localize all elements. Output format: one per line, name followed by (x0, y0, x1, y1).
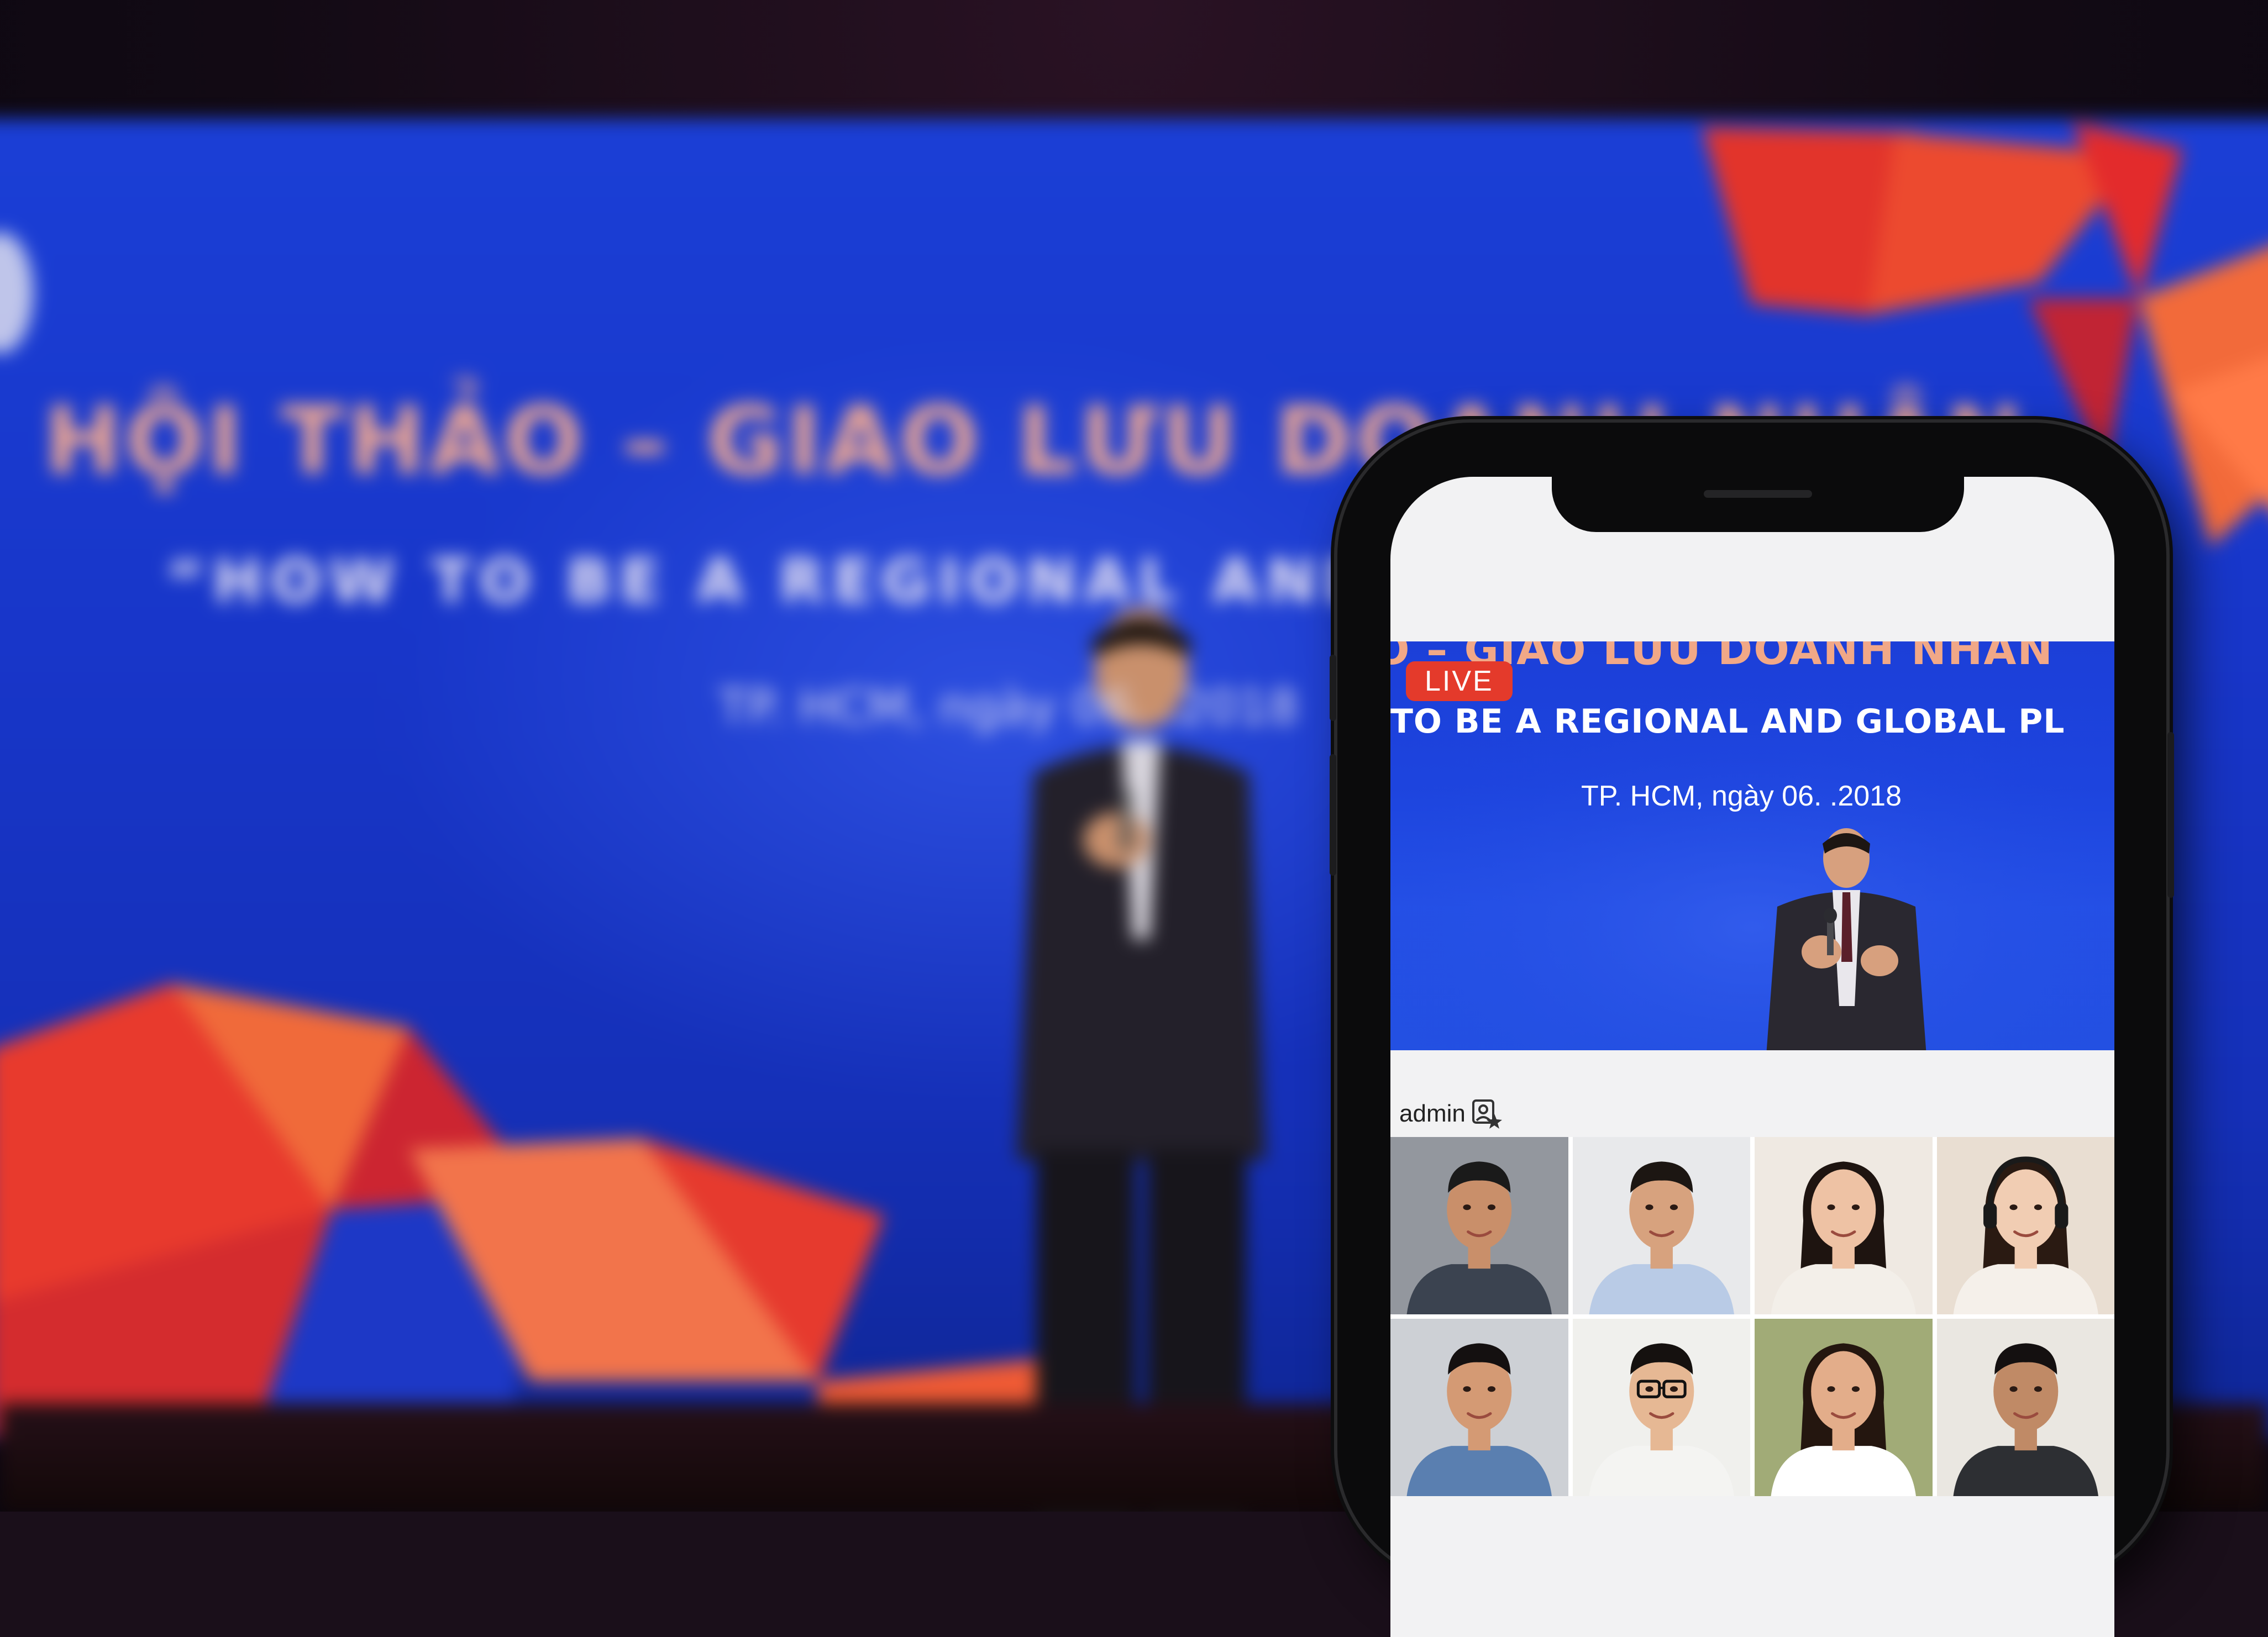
admin-badge-icon (1472, 1099, 1502, 1129)
stage-decor-bottom-left (0, 983, 1083, 1436)
participant-grid (1390, 1137, 2114, 1496)
host-name: admin (1399, 1100, 1466, 1127)
phone-device: O – GIAO LƯU DOANH NHÂN TO BE A REGIONAL… (1330, 423, 2174, 1637)
participant-video (1755, 1319, 1933, 1496)
host-row[interactable]: admin (1399, 1094, 1502, 1133)
participant-tile[interactable] (1755, 1319, 1933, 1496)
participant-tile[interactable] (1572, 1137, 1750, 1314)
participant-video (1572, 1319, 1750, 1496)
participant-tile[interactable] (1390, 1137, 1568, 1314)
stream-date: TP. HCM, ngày 06. .2018 (1581, 780, 1902, 812)
participant-video (1755, 1137, 1933, 1314)
stage-speaker-blur (1017, 608, 1266, 1512)
stage-date: TP. HCM, ngày 06. .2018 (718, 680, 1299, 735)
participant-tile[interactable] (1390, 1319, 1568, 1496)
participant-tile[interactable] (1936, 1137, 2114, 1314)
participant-video (1936, 1319, 2114, 1496)
participant-tile[interactable] (1755, 1137, 1933, 1314)
participant-tile[interactable] (1572, 1319, 1750, 1496)
participant-video (1936, 1137, 2114, 1314)
participant-video (1390, 1137, 1568, 1314)
participant-video (1572, 1137, 1750, 1314)
live-badge: LIVE (1406, 661, 1513, 701)
speaker-figure (1766, 828, 1926, 1050)
phone-screen: O – GIAO LƯU DOANH NHÂN TO BE A REGIONAL… (1390, 477, 2114, 1637)
participant-video (1390, 1319, 1568, 1496)
participant-tile[interactable] (1936, 1319, 2114, 1496)
live-video-player[interactable]: O – GIAO LƯU DOANH NHÂN TO BE A REGIONAL… (1390, 641, 2114, 1050)
stream-subtitle: TO BE A REGIONAL AND GLOBAL PL (1390, 702, 2065, 741)
phone-notch (1552, 477, 1964, 532)
